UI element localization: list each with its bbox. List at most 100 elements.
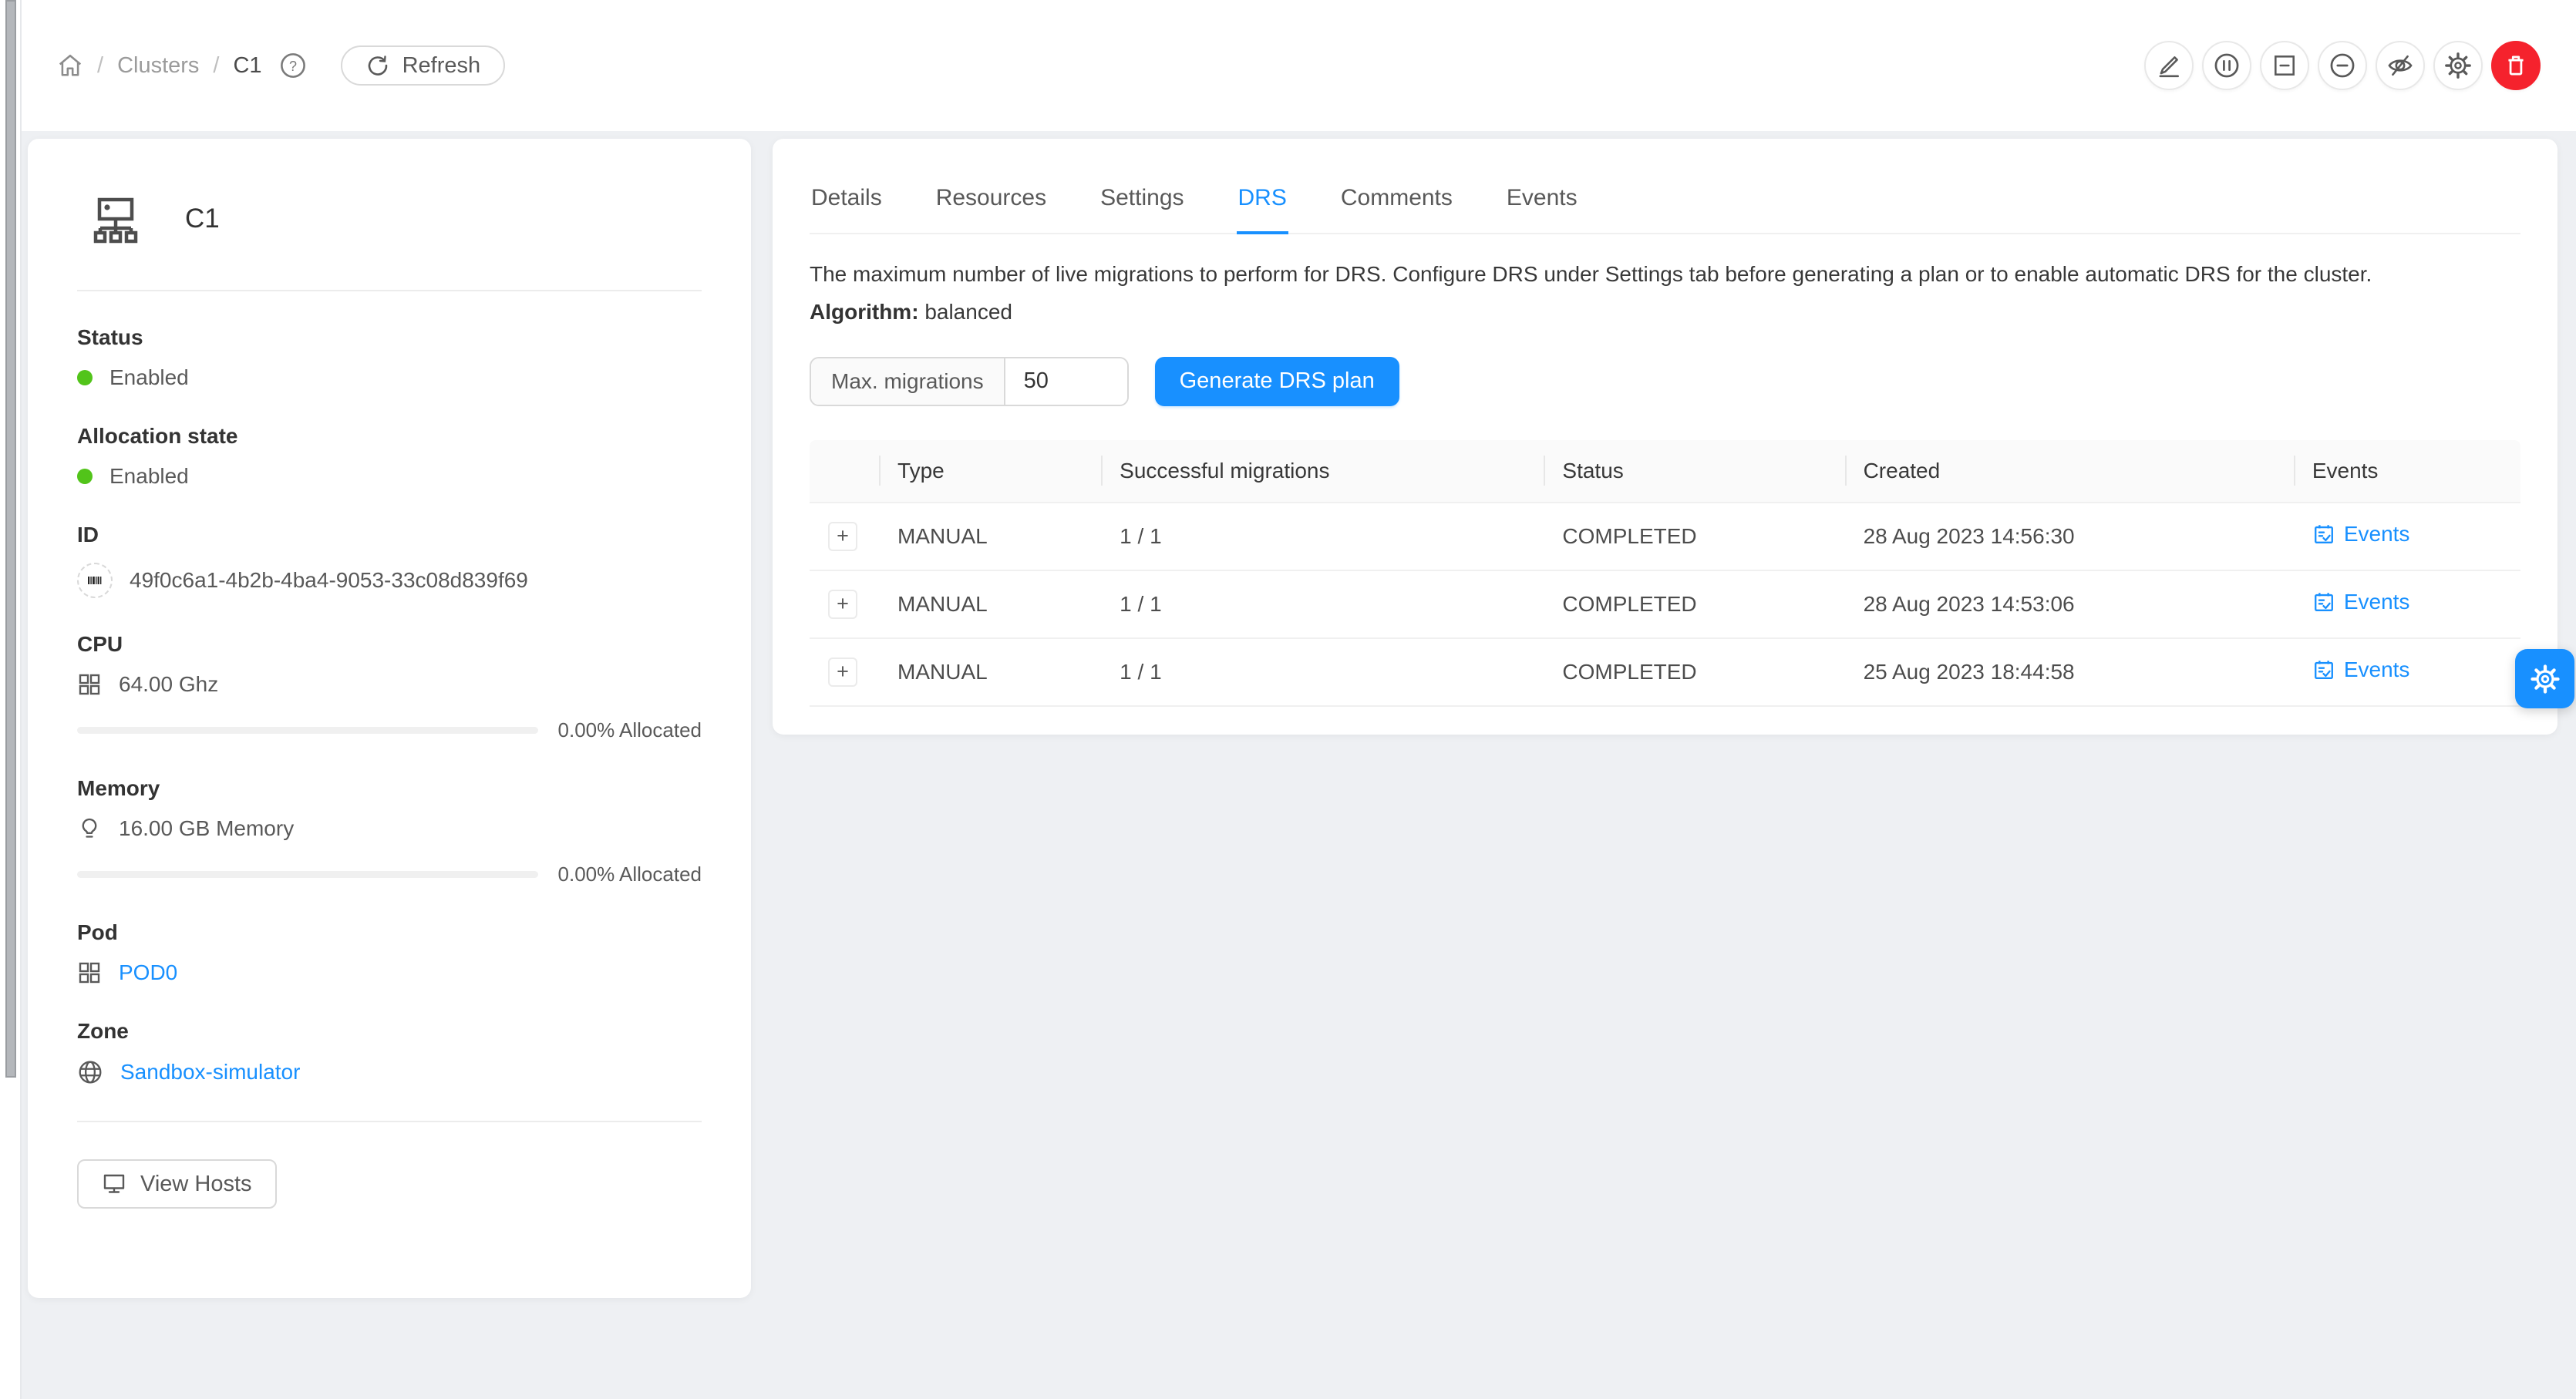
tab-drs[interactable]: DRS <box>1237 165 1288 234</box>
cluster-org-chart-icon <box>91 194 140 244</box>
breadcrumb-separator: / <box>97 53 103 79</box>
refresh-button[interactable]: Refresh <box>341 45 506 86</box>
svg-text:?: ? <box>289 59 297 74</box>
pod-section: Pod POD0 <box>77 920 702 985</box>
settings-button[interactable] <box>2433 41 2483 90</box>
schedule-icon <box>2312 523 2335 546</box>
max-migrations-input[interactable] <box>1005 358 1127 405</box>
bulb-icon <box>77 816 102 841</box>
cell-status: COMPLETED <box>1544 503 1844 571</box>
divider <box>77 290 702 291</box>
cell-migrations: 1 / 1 <box>1101 503 1544 571</box>
cell-type: MANUAL <box>879 503 1101 571</box>
algorithm-label: Algorithm: <box>810 300 919 324</box>
pause-button[interactable] <box>2202 41 2251 90</box>
events-link[interactable]: Events <box>2312 590 2410 614</box>
tab-comments[interactable]: Comments <box>1339 165 1454 233</box>
cell-type: MANUAL <box>879 639 1101 707</box>
cpu-progress: 0.00% Allocated <box>77 718 702 742</box>
zone-section: Zone Sandbox-simulator <box>77 1019 702 1085</box>
appstore-grid-icon <box>77 672 102 697</box>
schedule-icon <box>2312 590 2335 614</box>
breadcrumb-separator: / <box>213 53 219 79</box>
generate-drs-plan-button[interactable]: Generate DRS plan <box>1155 357 1399 406</box>
id-label: ID <box>77 523 702 547</box>
header-expand <box>810 440 879 503</box>
view-hosts-button[interactable]: View Hosts <box>77 1159 277 1209</box>
minus-square-icon <box>2271 52 2298 79</box>
cluster-info-card: C1 Status Enabled Allocation state Enabl… <box>28 139 751 1298</box>
memory-label: Memory <box>77 776 702 801</box>
id-section: ID 49f0c6a1-4b2b-4ba4-9053-33c08d839f69 <box>77 523 702 598</box>
expand-row-button[interactable]: + <box>828 590 857 619</box>
tab-resources[interactable]: Resources <box>934 165 1048 233</box>
status-section: Status Enabled <box>77 325 702 390</box>
monitor-icon <box>102 1172 126 1196</box>
events-link[interactable]: Events <box>2312 522 2410 546</box>
table-header-row: Type Successful migrations Status Create… <box>810 440 2520 503</box>
events-label: Events <box>2344 657 2410 682</box>
tab-details[interactable]: Details <box>810 165 884 233</box>
left-scrollbar <box>0 0 22 1399</box>
header-migrations: Successful migrations <box>1101 440 1544 503</box>
drs-description: The maximum number of live migrations to… <box>810 259 2520 291</box>
header-actions <box>2144 41 2541 90</box>
cluster-detail-card: Details Resources Settings DRS Comments … <box>773 139 2557 735</box>
allocation-value: Enabled <box>109 464 189 489</box>
header-events: Events <box>2294 440 2520 503</box>
algorithm-value: balanced <box>924 300 1012 324</box>
minus-circle-button[interactable] <box>2318 41 2367 90</box>
tab-bar: Details Resources Settings DRS Comments … <box>810 165 2520 234</box>
breadcrumb-clusters[interactable]: Clusters <box>117 53 199 79</box>
table-row: + MANUAL 1 / 1 COMPLETED 28 Aug 2023 14:… <box>810 571 2520 639</box>
eye-invisible-button[interactable] <box>2376 41 2425 90</box>
events-label: Events <box>2344 522 2410 546</box>
cell-created: 28 Aug 2023 14:56:30 <box>1845 503 2294 571</box>
cell-migrations: 1 / 1 <box>1101 571 1544 639</box>
home-icon[interactable] <box>57 52 83 79</box>
tab-events[interactable]: Events <box>1505 165 1579 233</box>
divider <box>77 1121 702 1122</box>
drs-plans-table: Type Successful migrations Status Create… <box>810 440 2520 707</box>
status-label: Status <box>77 325 702 350</box>
minus-circle-icon <box>2329 52 2356 79</box>
refresh-label: Refresh <box>402 53 481 79</box>
status-value: Enabled <box>109 365 189 390</box>
minus-square-button[interactable] <box>2260 41 2309 90</box>
question-circle-icon[interactable]: ? <box>279 52 307 79</box>
delete-button[interactable] <box>2491 41 2541 90</box>
gear-icon <box>2444 52 2472 79</box>
events-link[interactable]: Events <box>2312 657 2410 682</box>
allocation-section: Allocation state Enabled <box>77 424 702 489</box>
cell-created: 25 Aug 2023 18:44:58 <box>1845 639 2294 707</box>
cluster-name: C1 <box>185 203 220 234</box>
header-created: Created <box>1845 440 2294 503</box>
expand-row-button[interactable]: + <box>828 657 857 687</box>
table-row: + MANUAL 1 / 1 COMPLETED 28 Aug 2023 14:… <box>810 503 2520 571</box>
reload-icon <box>365 53 390 78</box>
cell-type: MANUAL <box>879 571 1101 639</box>
memory-progress-track <box>77 871 538 878</box>
floating-settings-button[interactable] <box>2515 649 2574 708</box>
view-hosts-label: View Hosts <box>140 1172 252 1197</box>
pod-link[interactable]: POD0 <box>119 960 177 985</box>
edit-button[interactable] <box>2144 41 2194 90</box>
cell-migrations: 1 / 1 <box>1101 639 1544 707</box>
edit-icon <box>2156 52 2182 79</box>
cpu-label: CPU <box>77 632 702 657</box>
allocation-dot <box>77 469 93 484</box>
eye-invisible-icon <box>2386 52 2414 79</box>
pod-label: Pod <box>77 920 702 945</box>
expand-row-button[interactable]: + <box>828 522 857 551</box>
tab-settings[interactable]: Settings <box>1099 165 1185 233</box>
max-migrations-label: Max. migrations <box>811 358 1005 405</box>
appstore-grid-icon <box>77 960 102 985</box>
cell-status: COMPLETED <box>1544 571 1844 639</box>
zone-link[interactable]: Sandbox-simulator <box>120 1060 300 1085</box>
table-row: + MANUAL 1 / 1 COMPLETED 25 Aug 2023 18:… <box>810 639 2520 707</box>
header-status: Status <box>1544 440 1844 503</box>
cell-status: COMPLETED <box>1544 639 1844 707</box>
zone-label: Zone <box>77 1019 702 1044</box>
left-scrollbar-thumb[interactable] <box>5 0 16 1078</box>
drs-algorithm: Algorithm: balanced <box>810 300 2520 325</box>
